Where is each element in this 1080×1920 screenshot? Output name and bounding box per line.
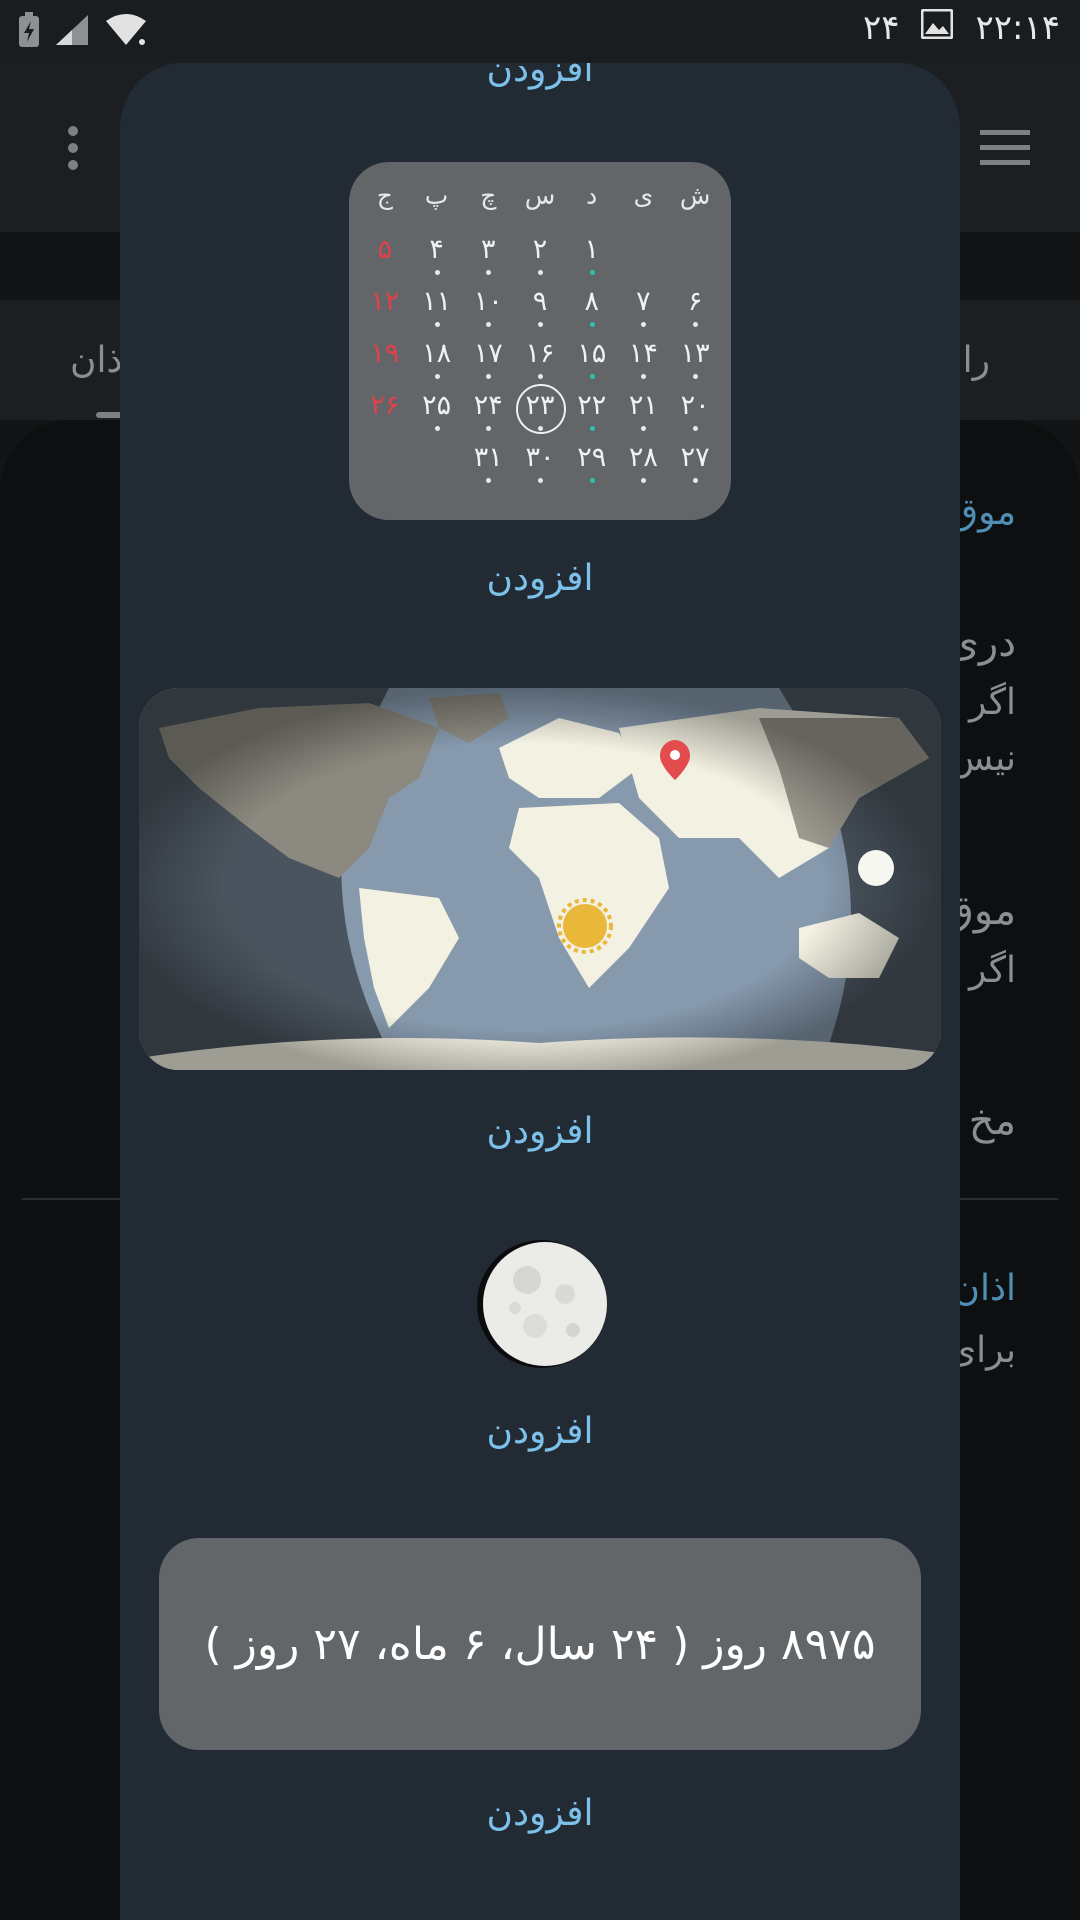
calendar-event-dot bbox=[486, 426, 492, 431]
calendar-day[interactable]: ۲۶ bbox=[359, 386, 411, 438]
calendar-day[interactable]: ۱۴ bbox=[618, 334, 670, 386]
tab-azan[interactable]: ذان bbox=[70, 340, 122, 381]
calendar-event-dot bbox=[589, 374, 595, 379]
signal-icon bbox=[54, 13, 90, 51]
calendar-empty-cell bbox=[669, 230, 721, 282]
calendar-event-dot bbox=[486, 322, 492, 327]
calendar-day[interactable]: ۲۸ bbox=[618, 438, 670, 490]
calendar-day[interactable]: ۱۶ bbox=[514, 334, 566, 386]
calendar-weekday: د bbox=[586, 181, 598, 210]
calendar-day[interactable]: ۱۷ bbox=[462, 334, 514, 386]
calendar-day[interactable]: ۱ bbox=[566, 230, 618, 282]
battery-charging-icon bbox=[18, 12, 40, 52]
calendar-day[interactable]: ۵ bbox=[359, 230, 411, 282]
calendar-event-dot bbox=[538, 426, 543, 431]
calendar-event-dot bbox=[538, 478, 543, 483]
age-counter-widget-preview: ۸۹۷۵ روز ( ۲۴ سال، ۶ ماه، ۲۷ روز ) bbox=[159, 1538, 921, 1750]
calendar-day[interactable]: ۱۲ bbox=[359, 282, 411, 334]
calendar-weekday: ش bbox=[679, 181, 711, 210]
calendar-event-dot bbox=[641, 374, 647, 379]
calendar-day[interactable]: ۱۳ bbox=[669, 334, 721, 386]
calendar-event-dot bbox=[486, 374, 492, 379]
calendar-day[interactable]: ۸ bbox=[566, 282, 618, 334]
bg-section-header: موق bbox=[950, 492, 1016, 533]
add-age-counter-button[interactable]: افزودن bbox=[120, 1793, 960, 1834]
calendar-empty-cell bbox=[359, 438, 411, 490]
calendar-day[interactable]: ۲۴ bbox=[462, 386, 514, 438]
calendar-event-dot bbox=[589, 426, 595, 431]
calendar-day[interactable]: ۲۵ bbox=[411, 386, 463, 438]
calendar-day[interactable]: ۲۰ bbox=[669, 386, 721, 438]
add-button-top[interactable]: افزودن bbox=[120, 63, 960, 90]
moon-phase-icon bbox=[475, 1238, 607, 1370]
calendar-event-dot bbox=[641, 426, 647, 431]
age-counter-text: ۸۹۷۵ روز ( ۲۴ سال، ۶ ماه، ۲۷ روز ) bbox=[204, 1618, 876, 1670]
calendar-event-dot bbox=[693, 374, 699, 379]
calendar-day[interactable]: ۶ bbox=[669, 282, 721, 334]
calendar-event-dot bbox=[589, 478, 595, 483]
calendar-day[interactable]: ۲۳ bbox=[514, 384, 566, 438]
calendar-day[interactable]: ۲۲ bbox=[566, 386, 618, 438]
calendar-weekday: س bbox=[524, 181, 556, 210]
calendar-day[interactable]: ۲۷ bbox=[669, 438, 721, 490]
calendar-event-dot bbox=[538, 322, 543, 327]
calendar-empty-cell bbox=[618, 230, 670, 282]
calendar-day[interactable]: ۹ bbox=[514, 282, 566, 334]
calendar-day[interactable]: ۳ bbox=[462, 230, 514, 282]
calendar-day[interactable]: ۲۱ bbox=[618, 386, 670, 438]
wifi-icon bbox=[104, 13, 148, 51]
world-map-image bbox=[139, 688, 941, 1070]
calendar-widget-preview: ش ی د س چ پ ج ۱ ۲ ۳ ۴ ۵ ۶ ۷ ۸ ۹ ۱۰ ۱۱ ۱۲ ۱۳ ۱۴ ۱۵ ۱۶ ۱۷ ۱۸ ۱۹ ۲۰ ۲۱… bbox=[349, 162, 731, 520]
calendar-weekday: پ bbox=[424, 181, 449, 210]
calendar-day[interactable]: ۱۱ bbox=[411, 282, 463, 334]
calendar-event-dot bbox=[693, 322, 699, 327]
calendar-day[interactable]: ۱۹ bbox=[359, 334, 411, 386]
bg-setting-title: مخ bbox=[968, 1098, 1016, 1144]
widget-picker-dialog[interactable]: افزودن ش ی د س چ پ ج ۱ ۲ ۳ ۴ ۵ ۶ ۷ ۸ ۹ ۱۰ ۱۱ ۱۲ ۱۳ ۱۴ ۱۵ ۱۶ ۱۷ ۱… bbox=[120, 63, 960, 1920]
calendar-day[interactable]: ۱۸ bbox=[411, 334, 463, 386]
calendar-event-dot bbox=[589, 270, 595, 275]
calendar-day[interactable]: ۱۰ bbox=[462, 282, 514, 334]
bg-setting-summary: اگر bbox=[968, 950, 1016, 991]
calendar-event-dot bbox=[486, 270, 492, 275]
status-bar: ۲۴ ۲۲:۱۴ bbox=[0, 0, 1080, 62]
calendar-event-dot bbox=[641, 322, 647, 327]
moon-marker-icon bbox=[858, 850, 894, 886]
image-notification-icon bbox=[920, 8, 954, 48]
calendar-event-dot bbox=[434, 426, 440, 431]
calendar-event-dot bbox=[589, 322, 595, 327]
world-map-widget-preview bbox=[139, 688, 941, 1070]
add-map-button[interactable]: افزودن bbox=[120, 1111, 960, 1152]
hamburger-menu-icon[interactable] bbox=[980, 130, 1030, 170]
calendar-event-dot bbox=[693, 426, 699, 431]
bg-section-header: اذان bbox=[953, 1268, 1016, 1309]
notification-count: ۲۴ bbox=[862, 8, 900, 48]
add-calendar-button[interactable]: افزودن bbox=[120, 558, 960, 599]
calendar-event-dot bbox=[486, 478, 492, 483]
calendar-event-dot bbox=[693, 478, 699, 483]
bg-setting-summary: اگر bbox=[968, 682, 1016, 723]
calendar-day[interactable]: ۳۱ bbox=[462, 438, 514, 490]
calendar-event-dot bbox=[434, 374, 440, 379]
add-moon-button[interactable]: افزودن bbox=[120, 1411, 960, 1452]
calendar-event-dot bbox=[538, 270, 543, 275]
calendar-day[interactable]: ۲ bbox=[514, 230, 566, 282]
calendar-event-dot bbox=[641, 478, 647, 483]
clock: ۲۲:۱۴ bbox=[975, 8, 1060, 48]
calendar-weekday: چ bbox=[480, 181, 497, 210]
calendar-event-dot bbox=[434, 322, 440, 327]
calendar-empty-cell bbox=[411, 438, 463, 490]
calendar-event-dot bbox=[434, 270, 440, 275]
calendar-grid: ش ی د س چ پ ج ۱ ۲ ۳ ۴ ۵ ۶ ۷ ۸ ۹ ۱۰ ۱۱ ۱۲ ۱۳ ۱۴ ۱۵ ۱۶ ۱۷ ۱۸ ۱۹ ۲۰ ۲۱… bbox=[359, 178, 721, 490]
calendar-day[interactable]: ۷ bbox=[618, 282, 670, 334]
calendar-event-dot bbox=[538, 374, 543, 379]
calendar-weekday: ج bbox=[376, 181, 393, 210]
calendar-weekday: ی bbox=[633, 181, 654, 210]
calendar-day[interactable]: ۲۹ bbox=[566, 438, 618, 490]
calendar-day[interactable]: ۴ bbox=[411, 230, 463, 282]
overflow-menu-icon[interactable] bbox=[66, 125, 80, 175]
calendar-day[interactable]: ۳۰ bbox=[514, 438, 566, 490]
calendar-day[interactable]: ۱۵ bbox=[566, 334, 618, 386]
